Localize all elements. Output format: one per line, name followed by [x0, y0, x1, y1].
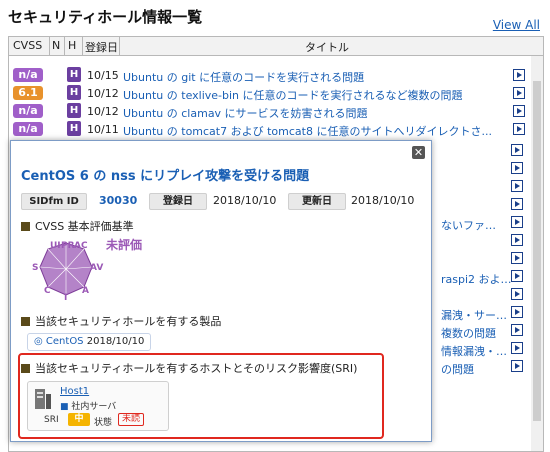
sri-label: SRI [44, 415, 59, 425]
row-title-link[interactable]: Ubuntu の texlive-bin に任意のコードを実行されるなど複数の問… [123, 87, 507, 103]
updated-label: 更新日 [288, 193, 346, 210]
open-detail-icon[interactable] [513, 87, 525, 99]
folder-icon: ■ [60, 402, 69, 412]
open-detail-icon[interactable] [513, 105, 525, 117]
table-row[interactable]: n/a H 10/15 Ubuntu の git に任意のコードを実行される問題 [9, 67, 531, 85]
row-title-link[interactable]: Ubuntu の git に任意のコードを実行される問題 [123, 69, 507, 85]
severity-badge: H [67, 103, 81, 118]
radar-label-ac: AC [74, 241, 88, 251]
row-date: 10/11 [87, 123, 119, 136]
product-item[interactable]: ◎ CentOS 2018/10/10 [27, 333, 152, 351]
open-detail-icon[interactable] [511, 180, 523, 192]
cvss-score-badge: n/a [13, 68, 43, 82]
radar-label-ui: UI [50, 241, 61, 251]
status-badge: 未読 [118, 413, 144, 426]
radar-label-av: AV [90, 263, 103, 273]
row-title-fragment[interactable]: 漏洩・サー… [441, 307, 507, 323]
host-group: ■ 社内サーバ [60, 399, 116, 412]
sidfm-id-label: SIDfm ID [21, 193, 87, 210]
open-detail-icon[interactable] [511, 306, 523, 318]
view-all-link[interactable]: View All [493, 18, 540, 32]
sidfm-id-value[interactable]: 30030 [99, 194, 137, 207]
cvss-radar-chart: UI PR AC S AV C I A [32, 241, 103, 301]
header-title[interactable]: タイトル [305, 39, 349, 55]
open-detail-icon[interactable] [511, 162, 523, 174]
open-detail-icon[interactable] [511, 234, 523, 246]
header-date[interactable]: 登録日 [85, 39, 118, 55]
header-cvss[interactable]: CVSS [13, 39, 42, 52]
sri-value-badge: 中 [68, 413, 90, 426]
cvss-section-heading: CVSS 基本評価基準 [21, 218, 134, 234]
host-name-link[interactable]: Host1 [60, 386, 89, 397]
product-status-icon: ◎ [34, 336, 43, 347]
page-title: セキュリティホール情報一覧 [8, 8, 203, 26]
open-detail-icon[interactable] [511, 270, 523, 282]
unrated-label: 未評価 [106, 238, 143, 252]
radar-label-i: I [64, 293, 67, 301]
radar-label-c: C [44, 286, 51, 296]
cvss-score-badge: n/a [13, 104, 43, 118]
open-detail-icon[interactable] [513, 123, 525, 135]
row-title-fragment[interactable]: 情報漏洩・… [441, 343, 507, 359]
host-card[interactable]: Host1 ■ 社内サーバ SRI 中 状態 未読 [27, 381, 169, 431]
product-date: 2018/10/10 [86, 336, 145, 347]
close-icon[interactable]: ✕ [412, 146, 425, 159]
open-detail-icon[interactable] [511, 252, 523, 264]
severity-badge: H [67, 121, 81, 136]
open-detail-icon[interactable] [513, 69, 525, 81]
severity-badge: H [67, 67, 81, 82]
hosts-section-heading: 当該セキュリティホールを有するホストとそのリスク影響度(SRI) [21, 360, 357, 376]
updated-date: 2018/10/10 [351, 194, 415, 207]
table-header: CVSS N H 登録日 タイトル [9, 37, 543, 56]
open-detail-icon[interactable] [511, 216, 523, 228]
products-section-heading: 当該セキュリティホールを有する製品 [21, 313, 221, 329]
open-detail-icon[interactable] [511, 198, 523, 210]
row-title-fragment[interactable]: の問題 [441, 361, 474, 377]
radar-label-a: A [82, 286, 89, 296]
server-icon [35, 389, 51, 409]
product-name[interactable]: CentOS [46, 336, 84, 347]
row-date: 10/12 [87, 87, 119, 100]
scrollbar-thumb[interactable] [533, 81, 541, 421]
table-row[interactable]: n/a H 10/11 Ubuntu の tomcat7 および tomcat8… [9, 121, 531, 139]
open-detail-icon[interactable] [511, 288, 523, 300]
radar-label-pr: PR [61, 241, 75, 251]
registered-label: 登録日 [149, 193, 207, 210]
row-title-fragment[interactable]: raspi2 およ… [441, 271, 512, 287]
popup-title: CentOS 6 の nss にリプレイ攻撃を受ける問題 [21, 169, 310, 184]
header-h[interactable]: H [68, 39, 76, 52]
detail-popup: ✕ CentOS 6 の nss にリプレイ攻撃を受ける問題 SIDfm ID … [10, 140, 432, 442]
cvss-score-badge: 6.1 [13, 86, 43, 100]
host-group-name: 社内サーバ [71, 402, 117, 412]
row-date: 10/12 [87, 105, 119, 118]
row-title-link[interactable]: Ubuntu の tomcat7 および tomcat8 に任意のサイトへリダイ… [123, 123, 507, 139]
open-detail-icon[interactable] [511, 360, 523, 372]
table-row[interactable]: n/a H 10/12 Ubuntu の clamav にサービスを妨害される問… [9, 103, 531, 121]
row-title-link[interactable]: Ubuntu の clamav にサービスを妨害される問題 [123, 105, 507, 121]
radar-label-s: S [32, 263, 38, 273]
header-n[interactable]: N [52, 39, 60, 52]
table-row[interactable]: 6.1 H 10/12 Ubuntu の texlive-bin に任意のコード… [9, 85, 531, 103]
open-detail-icon[interactable] [511, 144, 523, 156]
open-detail-icon[interactable] [511, 342, 523, 354]
row-title-fragment[interactable]: ないファ… [441, 217, 496, 233]
cvss-score-badge: n/a [13, 122, 43, 136]
status-label: 状態 [94, 418, 113, 428]
open-detail-icon[interactable] [511, 324, 523, 336]
severity-badge: H [67, 85, 81, 100]
row-date: 10/15 [87, 69, 119, 82]
registered-date: 2018/10/10 [213, 194, 277, 207]
row-title-fragment[interactable]: 複数の問題 [441, 325, 496, 341]
